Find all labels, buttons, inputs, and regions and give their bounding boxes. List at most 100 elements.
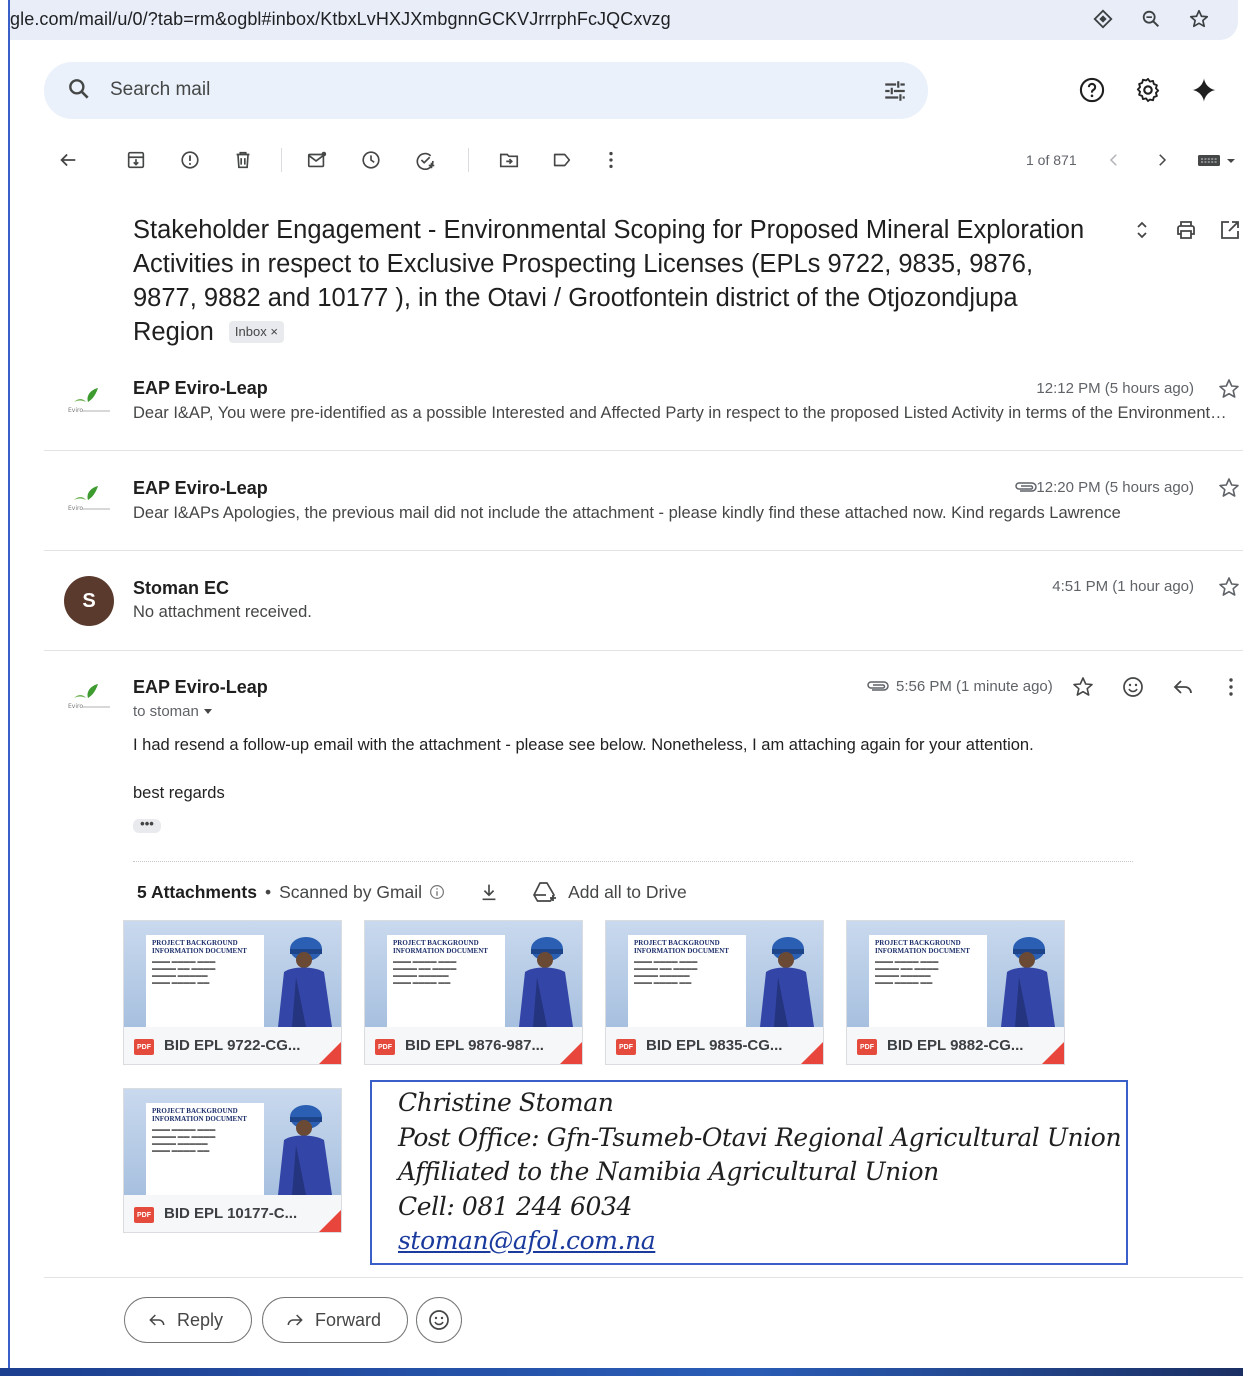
download-all-icon[interactable] [478, 881, 500, 903]
search-icon[interactable] [66, 76, 92, 107]
attachment-filename: BID EPL 9835-CG... [646, 1037, 783, 1054]
message-snippet: No attachment received. [133, 603, 312, 621]
site-info-icon[interactable] [1090, 6, 1116, 32]
search-options-icon[interactable] [882, 78, 908, 109]
archive-icon[interactable] [122, 146, 150, 174]
sender-name: EAP Eviro-Leap [133, 378, 268, 398]
message-snippet: Dear I&APs Apologies, the previous mail … [133, 504, 1121, 522]
attachment-card[interactable]: PROJECT BACKGROUND INFORMATION DOCUMENT ▬▬… [605, 920, 824, 1065]
reply-icon [147, 1310, 167, 1330]
star-icon[interactable] [1217, 575, 1241, 599]
more-vert-icon[interactable] [1219, 675, 1243, 699]
reply-button[interactable]: Reply [124, 1297, 252, 1343]
add-task-icon[interactable] [412, 146, 440, 174]
attachments-count: 5 Attachments [137, 881, 257, 902]
scanned-label: Scanned by Gmail [279, 881, 423, 902]
move-to-folder-icon[interactable] [495, 146, 523, 174]
worker-photo-thumbnail [1001, 937, 1055, 1027]
eviro-leap-logo-icon: Eviro [68, 684, 110, 710]
snooze-clock-icon[interactable] [357, 146, 385, 174]
star-icon[interactable] [1217, 377, 1241, 401]
attachment-card[interactable]: PROJECT BACKGROUND INFORMATION DOCUMENT ▬▬… [364, 920, 583, 1065]
settings-gear-icon[interactable] [1132, 74, 1164, 106]
report-spam-icon[interactable] [176, 146, 204, 174]
forward-button[interactable]: Forward [262, 1297, 408, 1343]
svg-text:Eviro: Eviro [68, 703, 83, 710]
inbox-label-text: Inbox [234, 324, 267, 339]
emoji-react-icon[interactable] [1121, 675, 1145, 699]
zoom-icon[interactable] [1138, 6, 1164, 32]
delete-trash-icon[interactable] [229, 146, 257, 174]
input-tools-keyboard-icon[interactable] [1195, 146, 1239, 174]
inbox-label-chip[interactable]: Inbox × [228, 321, 284, 343]
label-tag-icon[interactable] [548, 146, 576, 174]
star-icon[interactable] [1217, 476, 1241, 500]
eviro-leap-logo-icon: Eviro [68, 388, 110, 414]
help-icon[interactable] [1076, 74, 1108, 106]
message-expanded: Eviro EAP Eviro-Leap to stoman 5:56 PM (… [44, 666, 1243, 866]
remove-label-icon[interactable]: × [270, 324, 278, 339]
search-input[interactable] [110, 76, 810, 104]
mark-unread-icon[interactable] [303, 146, 331, 174]
add-all-to-drive-link[interactable]: Add all to Drive [568, 882, 687, 903]
signature-cell: Cell: 081 244 6034 [398, 1191, 633, 1221]
message-collapsed-1[interactable]: Eviro EAP Eviro-Leap Dear I&AP, You were… [44, 370, 1243, 450]
signature-post-office: Post Office: Gfn-Tsumeb-Otavi Regional A… [398, 1122, 1122, 1152]
eviro-leap-logo-icon: Eviro [68, 486, 110, 512]
taskbar-strip [0, 1368, 1243, 1376]
back-arrow-icon[interactable] [54, 146, 82, 174]
info-icon[interactable] [428, 883, 446, 901]
show-trimmed-content-button[interactable]: ••• [133, 817, 161, 833]
attachment-filename: BID EPL 9722-CG... [164, 1037, 301, 1054]
attachments-header: 5 Attachments • Scanned by Gmail Add all… [137, 880, 687, 904]
svg-text:Eviro: Eviro [68, 407, 83, 414]
svg-text:Eviro: Eviro [68, 505, 83, 512]
message-toolbar: 1 of 871 [10, 142, 1243, 178]
pdf-file-icon: PDF [134, 1207, 154, 1223]
message-time: 12:20 PM (5 hours ago) [1036, 479, 1194, 496]
emoji-icon [429, 1310, 449, 1330]
pdf-file-icon: PDF [616, 1039, 636, 1055]
bookmark-star-icon[interactable] [1186, 6, 1212, 32]
message-collapsed-3[interactable]: S Stoman EC No attachment received. 4:51… [44, 566, 1243, 646]
message-time: 5:56 PM (1 minute ago) [896, 678, 1053, 695]
attachment-filename: BID EPL 9882-CG... [887, 1037, 1024, 1054]
worker-photo-thumbnail [760, 937, 814, 1027]
search-bar[interactable] [44, 62, 928, 119]
expand-all-icon[interactable] [1130, 218, 1154, 247]
message-snippet: Dear I&AP, You were pre-identified as a … [133, 404, 1233, 422]
attachment-card[interactable]: PROJECT BACKGROUND INFORMATION DOCUMENT ▬▬… [846, 920, 1065, 1065]
signature-overlay-box: Christine Stoman Post Office: Gfn-Tsumeb… [370, 1080, 1128, 1265]
avatar: S [64, 576, 114, 626]
reply-arrow-icon[interactable] [1171, 675, 1195, 699]
reply-label: Reply [177, 1309, 224, 1330]
open-new-window-icon[interactable] [1218, 218, 1242, 247]
message-body-line-1: I had resend a follow-up email with the … [133, 736, 1034, 754]
url-text[interactable]: gle.com/mail/u/0/?tab=rm&ogbl#inbox/Ktbx… [10, 9, 671, 30]
gmail-window: gle.com/mail/u/0/?tab=rm&ogbl#inbox/Ktbx… [8, 0, 1243, 1376]
message-collapsed-2[interactable]: Eviro EAP Eviro-Leap Dear I&APs Apologie… [44, 468, 1243, 548]
message-time: 4:51 PM (1 hour ago) [1052, 578, 1194, 595]
signature-email-link[interactable]: stoman@afol.com.na [398, 1224, 1126, 1259]
gemini-sparkle-icon[interactable] [1188, 74, 1220, 106]
star-icon[interactable] [1071, 675, 1095, 699]
recipient-text: to stoman [133, 703, 199, 720]
emoji-reaction-button[interactable] [416, 1297, 462, 1343]
pdf-file-icon: PDF [857, 1039, 877, 1055]
attachment-card[interactable]: PROJECT BACKGROUND INFORMATION DOCUMENT ▬▬… [123, 920, 342, 1065]
add-to-drive-icon[interactable] [532, 880, 558, 904]
print-icon[interactable] [1174, 218, 1198, 247]
pdf-file-icon: PDF [375, 1039, 395, 1055]
message-body-line-2: best regards [133, 784, 225, 802]
attachment-card[interactable]: PROJECT BACKGROUND INFORMATION DOCUMENT ▬▬… [123, 1088, 342, 1233]
recipient-dropdown-icon[interactable] [203, 708, 213, 716]
recipient-line[interactable]: to stoman [133, 703, 213, 720]
older-chevron-icon[interactable] [1148, 146, 1176, 174]
attachment-clip-icon [1015, 482, 1037, 492]
worker-photo-thumbnail [278, 937, 332, 1027]
newer-chevron-icon[interactable] [1100, 146, 1128, 174]
sender-name: Stoman EC [133, 578, 230, 598]
address-bar[interactable]: gle.com/mail/u/0/?tab=rm&ogbl#inbox/Ktbx… [10, 0, 1238, 40]
more-vert-icon[interactable] [597, 146, 625, 174]
sender-name: EAP Eviro-Leap [133, 478, 268, 498]
